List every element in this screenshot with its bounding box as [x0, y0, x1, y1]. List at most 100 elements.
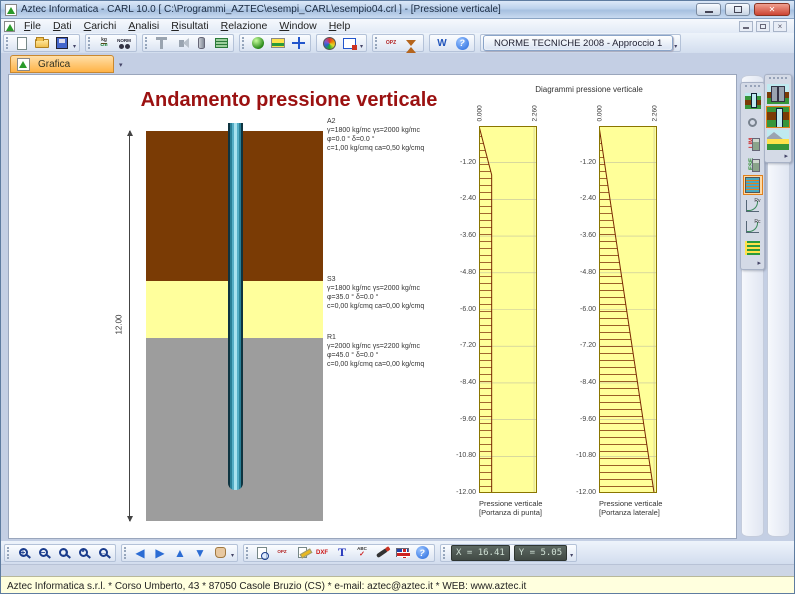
soil-sphere-icon[interactable] [248, 35, 268, 51]
curve-rv-icon[interactable]: Rv [743, 196, 763, 216]
graphics-toolbar: + − □ * ← ◀ ▶ ▲ ▼ OPZ DXF T ABC✓ ? [1, 541, 794, 564]
hourglass-icon[interactable] [401, 35, 421, 51]
units-icon[interactable]: kgcm [94, 35, 114, 51]
coords-group: X = 16.41 Y = 5.05 [440, 544, 577, 562]
pile-view-icon[interactable] [743, 91, 763, 111]
spell-check-icon[interactable]: ABC✓ [352, 545, 372, 561]
data-group [142, 34, 234, 52]
color-brush-icon[interactable] [372, 545, 392, 561]
file-group [3, 34, 80, 52]
menu-item-relazione[interactable]: Relazione [215, 19, 274, 33]
toolbar-grip[interactable] [745, 85, 760, 89]
help-circle-icon[interactable]: ? [412, 545, 432, 561]
depth-tick-label: -3.60 [571, 232, 596, 239]
layers-icon[interactable] [268, 35, 288, 51]
lim-results-icon[interactable]: LIM [743, 133, 763, 153]
menu-item-window[interactable]: Window [273, 19, 322, 33]
depth-tick-label: -9.60 [451, 416, 476, 423]
plinth-piles-icon[interactable] [766, 83, 790, 105]
dxf-export-icon[interactable]: DXF [312, 545, 332, 561]
new-window-icon[interactable] [339, 35, 359, 51]
zoom-out-icon[interactable]: − [33, 545, 53, 561]
depth-tick-label: -4.80 [451, 269, 476, 276]
x-coordinate-readout: X = 16.41 [451, 545, 510, 561]
main-toolbar: kgcm NORM OPZ W [1, 33, 794, 53]
maximize-button[interactable] [725, 3, 750, 16]
section-circle-icon[interactable] [743, 112, 763, 132]
client-area: Andamento pressione verticale 12.00 A2 γ… [1, 73, 794, 541]
draw-options-icon[interactable]: OPZ [272, 545, 292, 561]
print-preview-icon[interactable] [252, 545, 272, 561]
load-data-icon[interactable] [171, 35, 191, 51]
pressure-diagram-2: -1.20-2.40-3.60-4.80-6.00-7.20-8.40-9.60… [599, 126, 657, 493]
word-export-icon[interactable]: W [432, 35, 452, 51]
load-chart-icon[interactable] [743, 238, 763, 258]
ese-results-icon[interactable]: ESE [743, 154, 763, 174]
zoom-all-icon[interactable]: * [73, 545, 93, 561]
options-icon[interactable]: OPZ [381, 35, 401, 51]
depth-tick-label: -9.60 [571, 416, 596, 423]
menu-item-carichi[interactable]: Carichi [78, 19, 123, 33]
column-data-icon[interactable] [191, 35, 211, 51]
mdi-close-button[interactable]: × [773, 21, 787, 32]
edit-drawing-icon[interactable] [292, 545, 312, 561]
zoom-window-icon[interactable]: □ [53, 545, 73, 561]
new-file-icon[interactable] [12, 35, 32, 51]
model-group [239, 34, 311, 52]
pressure-diagram-icon[interactable] [743, 175, 763, 195]
menu-item-help[interactable]: Help [323, 19, 357, 33]
tab-grafica[interactable]: Grafica [10, 55, 114, 73]
tab-overflow-chevron[interactable]: ▾ [119, 61, 123, 69]
pan-hand-icon[interactable] [210, 545, 230, 561]
menu-item-risultati[interactable]: Risultati [165, 19, 214, 33]
status-bar: Aztec Informatica s.r.l. * Corso Umberto… [1, 576, 794, 594]
close-button[interactable]: ✕ [754, 3, 790, 16]
analysis-wheel-icon[interactable] [319, 35, 339, 51]
pan-left-icon[interactable]: ◀ [130, 545, 150, 561]
minimize-button[interactable] [696, 3, 721, 16]
window-title: Aztec Informatica - CARL 10.0 [ C:\Progr… [21, 4, 692, 15]
analysis-group [316, 34, 367, 52]
menu-item-dati[interactable]: Dati [47, 19, 78, 33]
app-icon [5, 4, 17, 16]
language-flag-icon[interactable] [392, 545, 412, 561]
depth-tick-label: -8.40 [571, 379, 596, 386]
depth-tick-label: -6.00 [451, 306, 476, 313]
menu-item-analisi[interactable]: Analisi [122, 19, 165, 33]
pan-right-icon[interactable]: ▶ [150, 545, 170, 561]
depth-tick-label: -12.00 [571, 489, 596, 496]
save-file-icon[interactable] [52, 35, 72, 51]
mdi-restore-button[interactable] [756, 21, 770, 32]
stratigraphy-grid-icon[interactable] [211, 35, 231, 51]
depth-tick-label: -7.20 [451, 342, 476, 349]
pan-up-icon[interactable]: ▲ [170, 545, 190, 561]
tab-grafica-label: Grafica [38, 59, 70, 70]
mdi-minimize-button[interactable] [739, 21, 753, 32]
toolbar-grip[interactable] [769, 77, 787, 81]
embankment-icon[interactable] [766, 129, 790, 151]
pan-down-icon[interactable]: ▼ [190, 545, 210, 561]
single-pile-icon[interactable] [766, 106, 790, 128]
open-file-icon[interactable] [32, 35, 52, 51]
curve-rc-icon[interactable]: Rc [743, 217, 763, 237]
norm-search-icon[interactable]: NORM [114, 35, 134, 51]
diagrams-header: Diagrammi pressione verticale [479, 85, 699, 94]
pressure-tick-label: 0.000 [597, 100, 604, 122]
toolbar-overflow-chevron[interactable]: ▸ [742, 259, 763, 268]
dimension-line [129, 131, 130, 521]
norme-dropdown[interactable]: NORME TECNICHE 2008 - Approccio 1 [483, 35, 673, 51]
text-tool-icon[interactable]: T [332, 545, 352, 561]
help-icon[interactable]: ? [452, 35, 472, 51]
menu-item-file[interactable]: File [18, 19, 47, 33]
pan-group: ◀ ▶ ▲ ▼ [121, 544, 238, 562]
section-cross-icon[interactable] [288, 35, 308, 51]
depth-tick-label: -8.40 [451, 379, 476, 386]
pile-data-icon[interactable] [151, 35, 171, 51]
zoom-previous-icon[interactable]: ← [93, 545, 113, 561]
zoom-in-icon[interactable]: + [13, 545, 33, 561]
depth-tick-label: -12.00 [451, 489, 476, 496]
depth-tick-label: -2.40 [451, 195, 476, 202]
y-coordinate-readout: Y = 5.05 [514, 545, 567, 561]
toolbar-overflow-chevron[interactable]: ▸ [766, 152, 790, 161]
depth-tick-label: -6.00 [571, 306, 596, 313]
